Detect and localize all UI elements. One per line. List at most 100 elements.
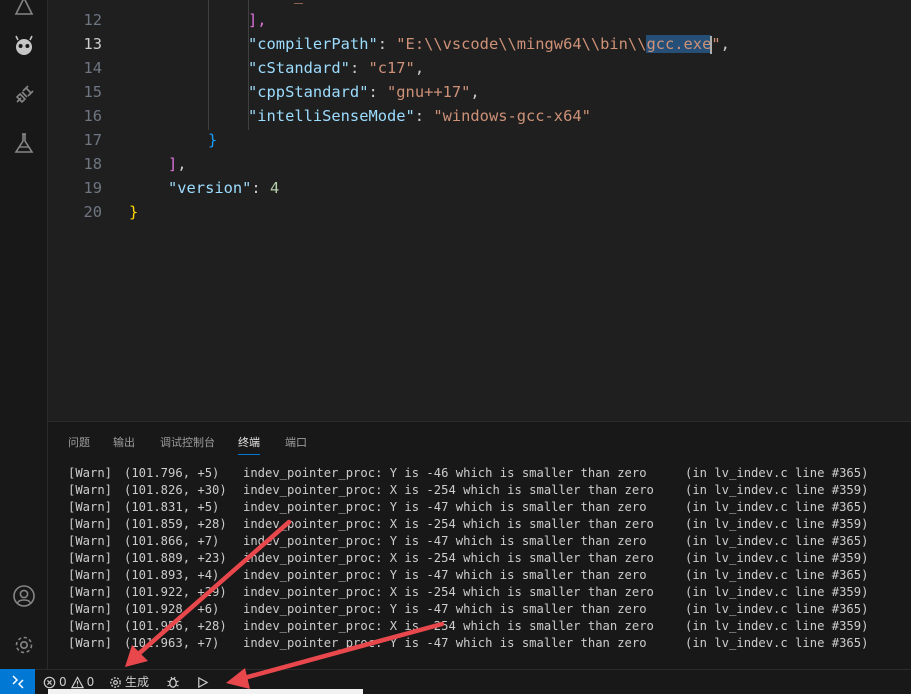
log-location: (in lv_indev.c line #365) (685, 466, 869, 480)
log-timestamp: (101.866, +7) (124, 534, 220, 548)
log-message: indev_pointer_proc: X is -254 which is s… (243, 483, 654, 497)
code-line[interactable]: 16 "intelliSenseMode": "windows-gcc-x64" (48, 104, 911, 128)
line-number: 18 (83, 155, 102, 173)
log-message: indev_pointer_proc: Y is -47 which is sm… (243, 568, 647, 582)
code-token: : (414, 107, 434, 125)
tab-ports[interactable]: 端口 (285, 432, 307, 454)
terminal-line: [Warn] (101.859, +28) indev_pointer_proc: … (68, 516, 911, 533)
log-message: indev_pointer_proc: Y is -46 which is sm… (243, 466, 647, 480)
log-message: indev_pointer_proc: Y is -47 which is sm… (243, 636, 647, 650)
code-line[interactable]: 18], (48, 152, 911, 176)
log-location: (in lv_indev.c line #359) (685, 585, 869, 599)
warning-icon (70, 675, 84, 688)
log-location: (in lv_indev.c line #365) (685, 602, 869, 616)
terminal-line: [Warn] (101.889, +23) indev_pointer_proc: … (68, 550, 911, 567)
tab-output[interactable]: 输出 (113, 432, 135, 454)
log-location: (in lv_indev.c line #365) (685, 568, 869, 582)
code-line[interactable]: 14 "cStandard": "c17", (48, 56, 911, 80)
code-token: : (349, 59, 369, 77)
log-location: (in lv_indev.c line #365) (685, 534, 869, 548)
log-timestamp: (101.922, +29) (124, 585, 227, 599)
tab-problems[interactable]: 问题 (68, 432, 90, 454)
log-timestamp: (101.963, +7) (124, 636, 220, 650)
log-level: [Warn] (68, 636, 113, 650)
code-token: } (129, 203, 139, 221)
log-message: indev_pointer_proc: X is -254 which is s… (243, 517, 654, 531)
code-token: ], (248, 11, 267, 29)
activity-bar (0, 0, 48, 669)
code-line[interactable]: 19 "version": 4 (48, 176, 911, 200)
code-token: "gnu++17" (387, 83, 471, 101)
code-line[interactable]: 12], (48, 8, 911, 32)
code-line[interactable]: 20} (48, 200, 911, 224)
code-line[interactable]: 13 "compilerPath": "E:\\vscode\\mingw64\\… (48, 32, 911, 56)
code-token: "c17" (368, 59, 415, 77)
log-timestamp: (101.826, +30) (124, 483, 227, 497)
log-message: indev_pointer_proc: X is -254 which is s… (243, 551, 654, 565)
remote-indicator[interactable] (0, 669, 35, 694)
log-level: [Warn] (68, 551, 113, 565)
log-message: indev_pointer_proc: X is -254 which is s… (243, 585, 654, 599)
remote-plug-icon[interactable] (12, 83, 36, 107)
terminal-line: [Warn] (101.893, +4) indev_pointer_proc: Y… (68, 567, 911, 584)
line-number: 19 (83, 179, 102, 197)
line-number: 14 (83, 59, 102, 77)
code-token: "compilerPath" (248, 35, 378, 53)
line-number: 13 (83, 35, 102, 53)
log-level: [Warn] (68, 517, 113, 531)
terminal-output[interactable]: [Warn] (101.796, +5) indev_pointer_proc: Y… (68, 465, 911, 652)
tab-terminal[interactable]: 终端 (238, 432, 260, 455)
log-location: (in lv_indev.c line #359) (685, 551, 869, 565)
gear-icon (110, 676, 121, 688)
code-line[interactable]: 15 "cppStandard": "gnu++17", (48, 80, 911, 104)
terminal-line: [Warn] (101.963, +7) indev_pointer_proc: Y… (68, 635, 911, 652)
line-number: 16 (83, 107, 102, 125)
selected-text: gcc.ex (646, 35, 703, 53)
terminal-line: [Warn] (101.831, +5) indev_pointer_proc: Y… (68, 499, 911, 516)
log-level: [Warn] (68, 602, 113, 616)
error-icon (43, 676, 56, 688)
flask-test-icon[interactable] (12, 131, 36, 155)
accounts-icon[interactable] (12, 584, 36, 608)
code-text: } (208, 128, 217, 152)
line-number: 15 (83, 83, 102, 101)
code-token: , (470, 83, 480, 101)
log-message: indev_pointer_proc: Y is -47 which is sm… (243, 500, 647, 514)
line-number: 12 (83, 11, 102, 29)
code-text: "intelliSenseMode": "windows-gcc-x64" (248, 104, 591, 128)
log-timestamp: (101.893, +4) (124, 568, 220, 582)
code-text: "cppStandard": "gnu++17", (248, 80, 480, 104)
code-text: "cStandard": "c17", (248, 56, 424, 80)
log-level: [Warn] (68, 500, 113, 514)
log-timestamp: (101.889, +23) (124, 551, 227, 565)
code-token: "windows-gcc-x64" (433, 107, 591, 125)
code-token: "E:\\vscode\\mingw64\\bin\\ (396, 35, 647, 53)
bottom-edge-strip (48, 689, 363, 694)
log-level: [Warn] (68, 585, 113, 599)
code-token: , (177, 155, 187, 173)
code-token: ] (168, 155, 178, 173)
log-timestamp: (101.831, +5) (124, 500, 220, 514)
code-line[interactable]: 17} (48, 128, 911, 152)
log-location: (in lv_indev.c line #365) (685, 636, 869, 650)
platformio-alien-icon[interactable] (12, 34, 36, 58)
code-token: , (414, 59, 425, 77)
line-number: 20 (83, 203, 102, 221)
code-text: "version": 4 (168, 176, 279, 200)
log-message: indev_pointer_proc: Y is -47 which is sm… (243, 602, 647, 616)
bug-icon (167, 676, 179, 688)
line-number: 17 (83, 131, 102, 149)
log-timestamp: (101.859, +28) (124, 517, 227, 531)
log-level: [Warn] (68, 483, 113, 497)
remote-icon (11, 674, 24, 689)
terminal-line: [Warn] (101.796, +5) indev_pointer_proc: Y… (68, 465, 911, 482)
code-token: " (711, 35, 721, 53)
log-message: indev_pointer_proc: X is -254 which is s… (243, 619, 654, 633)
log-level: [Warn] (68, 534, 113, 548)
manage-gear-icon[interactable] (12, 633, 36, 657)
tab-debug-console[interactable]: 调试控制台 (160, 432, 215, 454)
bottom-panel: 问题 输出 调试控制台 终端 端口 [Warn] (101.796, +5) ind… (48, 421, 911, 669)
terminal-line: [Warn] (101.956, +28) indev_pointer_proc: … (68, 618, 911, 635)
code-editor[interactable]: _ 12], 13 "compilerPath": "E:\\vscode\\min… (48, 0, 911, 421)
cmake-icon[interactable] (12, 0, 36, 18)
